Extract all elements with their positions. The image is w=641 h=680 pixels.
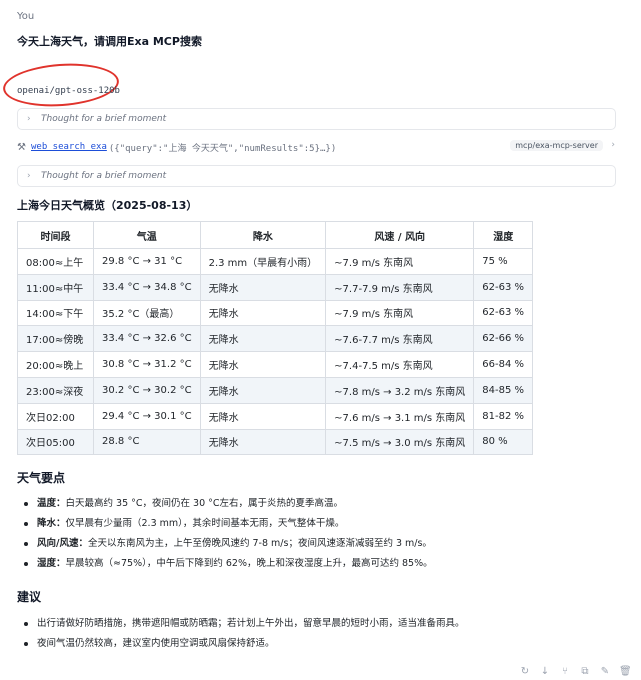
point-label: 降水： [37, 518, 66, 529]
table-cell: 80 % [473, 428, 534, 456]
table-cell: 62-63 % [473, 273, 534, 301]
chevron-right-icon[interactable]: › [611, 140, 615, 150]
table-cell: 08:00≈上午 [17, 248, 94, 275]
tool-args: ({"query":"上海 今天天气","numResults":5}…}) [108, 143, 337, 154]
thought-text: Thought for a brief moment [41, 114, 167, 124]
thought-toggle[interactable]: › Thought for a brief moment [17, 108, 616, 130]
column-header: 风速 / 风向 [325, 221, 475, 249]
thought-text: Thought for a brief moment [41, 171, 167, 181]
table-row: 次日02:00 29.4 °C → 30.1 °C 无降水 ~7.6 m/s →… [17, 402, 534, 430]
table-cell: 29.8 °C → 31 °C [93, 248, 201, 275]
table-cell: 14:00≈下午 [17, 299, 94, 327]
table-cell: 84-85 % [473, 376, 534, 404]
table-cell: 35.2 °C（最高） [93, 299, 201, 327]
user-message: 今天上海天气，请调用Exa MCP搜索 [17, 35, 202, 48]
column-header: 气温 [93, 221, 201, 249]
table-cell: 无降水 [199, 402, 327, 430]
tool-badge: mcp/exa-mcp-server [510, 140, 603, 151]
highlight-circle [1, 60, 121, 110]
edit-icon[interactable]: ✎ [599, 666, 611, 677]
table-cell: 23:00≈深夜 [17, 376, 94, 404]
table-cell: 17:00≈傍晚 [17, 325, 94, 353]
table-cell: 无降水 [199, 351, 327, 378]
table-row: 14:00≈下午 35.2 °C（最高） 无降水 ~7.9 m/s 东南风 62… [17, 299, 534, 327]
table-cell: 66-84 % [473, 351, 534, 378]
point-text: 白天最高约 35 °C，夜间仍在 30 °C左右，属于炎热的夏季高温。 [65, 498, 344, 509]
list-item: 温度：白天最高约 35 °C，夜间仍在 30 °C左右，属于炎热的夏季高温。 [23, 494, 623, 514]
point-text: 早晨较高（≈75%），中午后下降到约 62%，晚上和深夜湿度上升，最高可达约 8… [65, 558, 433, 569]
table-cell: 30.8 °C → 31.2 °C [93, 351, 201, 378]
table-cell: ~7.5 m/s → 3.0 m/s 东南风 [325, 428, 475, 456]
point-label: 温度： [37, 498, 66, 509]
table-row: 23:00≈深夜 30.2 °C → 30.2 °C 无降水 ~7.8 m/s … [17, 376, 534, 404]
tool-call[interactable]: ⚒ web_search_exa ({"query":"上海 今天天气","nu… [17, 140, 617, 154]
chevron-right-icon: › [27, 171, 31, 181]
advice-list: 出行请做好防晒措施，携带遮阳帽或防晒霜；若计划上午外出，留意早晨的短时小雨，适当… [23, 614, 623, 654]
table-cell: ~7.8 m/s → 3.2 m/s 东南风 [325, 376, 475, 404]
table-cell: 无降水 [199, 273, 327, 301]
chevron-right-icon: › [27, 114, 31, 124]
table-cell: 无降水 [199, 299, 327, 327]
table-cell: 62-66 % [473, 325, 534, 353]
table-cell: 29.4 °C → 30.1 °C [93, 402, 201, 430]
table-cell: 30.2 °C → 30.2 °C [93, 376, 201, 404]
message-action-bar: ↻ ↓ ⑂ ⧉ ✎ 🗑 [519, 666, 632, 677]
advice-heading: 建议 [17, 590, 42, 604]
table-cell: ~7.4-7.5 m/s 东南风 [325, 351, 475, 378]
table-header-row: 时间段 气温 降水 风速 / 风向 湿度 [17, 221, 534, 249]
model-name: openai/gpt-oss-120b [17, 86, 120, 96]
list-item: 湿度：早晨较高（≈75%），中午后下降到约 62%，晚上和深夜湿度上升，最高可达… [23, 554, 623, 574]
advice-text: 出行请做好防晒措施，携带遮阳帽或防晒霜；若计划上午外出，留意早晨的短时小雨，适当… [37, 618, 465, 629]
table-cell: 33.4 °C → 32.6 °C [93, 325, 201, 353]
weather-table: 时间段 气温 降水 风速 / 风向 湿度 08:00≈上午 29.8 °C → … [17, 221, 534, 456]
table-cell: 28.8 °C [93, 428, 201, 456]
table-cell: 2.3 mm（早晨有小雨） [199, 248, 327, 275]
table-cell: 次日02:00 [17, 402, 94, 430]
table-row: 20:00≈晚上 30.8 °C → 31.2 °C 无降水 ~7.4-7.5 … [17, 351, 534, 378]
list-item: 降水：仅早晨有少量雨（2.3 mm），其余时间基本无雨，天气整体干燥。 [23, 514, 623, 534]
section-title: 上海今日天气概览（2025-08-13） [17, 199, 198, 212]
table-row: 11:00≈中午 33.4 °C → 34.8 °C 无降水 ~7.7-7.9 … [17, 273, 534, 301]
table-cell: 20:00≈晚上 [17, 351, 94, 378]
list-item: 风向/风速：全天以东南风为主，上午至傍晚风速约 7-8 m/s；夜间风速逐渐减弱… [23, 534, 623, 554]
table-cell: 无降水 [199, 325, 327, 353]
tool-name[interactable]: web_search_exa [31, 142, 107, 152]
branch-icon[interactable]: ⑂ [559, 666, 571, 677]
regenerate-icon[interactable]: ↻ [519, 666, 531, 677]
column-header: 时间段 [17, 221, 94, 249]
list-item: 夜间气温仍然较高，建议室内使用空调或风扇保持舒适。 [23, 634, 623, 654]
table-cell: 11:00≈中午 [17, 273, 94, 301]
column-header: 湿度 [473, 221, 534, 249]
hammer-icon: ⚒ [17, 141, 26, 153]
points-list: 温度：白天最高约 35 °C，夜间仍在 30 °C左右，属于炎热的夏季高温。 降… [23, 494, 623, 574]
table-cell: ~7.9 m/s 东南风 [325, 299, 475, 327]
table-cell: ~7.6 m/s → 3.1 m/s 东南风 [325, 402, 475, 430]
advice-text: 夜间气温仍然较高，建议室内使用空调或风扇保持舒适。 [37, 638, 275, 649]
table-cell: 75 % [473, 248, 534, 275]
copy-icon[interactable]: ⧉ [579, 666, 591, 677]
arrow-down-icon[interactable]: ↓ [539, 666, 551, 677]
point-label: 湿度： [37, 558, 66, 569]
table-cell: 81-82 % [473, 402, 534, 430]
points-heading: 天气要点 [17, 471, 66, 485]
table-cell: 62-63 % [473, 299, 534, 327]
table-row: 次日05:00 28.8 °C 无降水 ~7.5 m/s → 3.0 m/s 东… [17, 428, 534, 456]
table-cell: 无降水 [199, 428, 327, 456]
thought-toggle[interactable]: › Thought for a brief moment [17, 165, 616, 187]
point-text: 全天以东南风为主，上午至傍晚风速约 7-8 m/s；夜间风速逐渐减弱至约 3 m… [87, 538, 432, 549]
table-cell: 33.4 °C → 34.8 °C [93, 273, 201, 301]
point-text: 仅早晨有少量雨（2.3 mm），其余时间基本无雨，天气整体干燥。 [65, 518, 345, 529]
table-cell: ~7.9 m/s 东南风 [325, 248, 475, 275]
list-item: 出行请做好防晒措施，携带遮阳帽或防晒霜；若计划上午外出，留意早晨的短时小雨，适当… [23, 614, 623, 634]
column-header: 降水 [199, 221, 327, 249]
delete-icon[interactable]: 🗑 [619, 666, 632, 677]
table-row: 17:00≈傍晚 33.4 °C → 32.6 °C 无降水 ~7.6-7.7 … [17, 325, 534, 353]
user-label: You [17, 11, 35, 22]
table-cell: 无降水 [199, 376, 327, 404]
point-label: 风向/风速： [37, 538, 88, 549]
table-cell: 次日05:00 [17, 428, 94, 456]
table-cell: ~7.6-7.7 m/s 东南风 [325, 325, 475, 353]
table-row: 08:00≈上午 29.8 °C → 31 °C 2.3 mm（早晨有小雨） ~… [17, 248, 534, 275]
table-cell: ~7.7-7.9 m/s 东南风 [325, 273, 475, 301]
